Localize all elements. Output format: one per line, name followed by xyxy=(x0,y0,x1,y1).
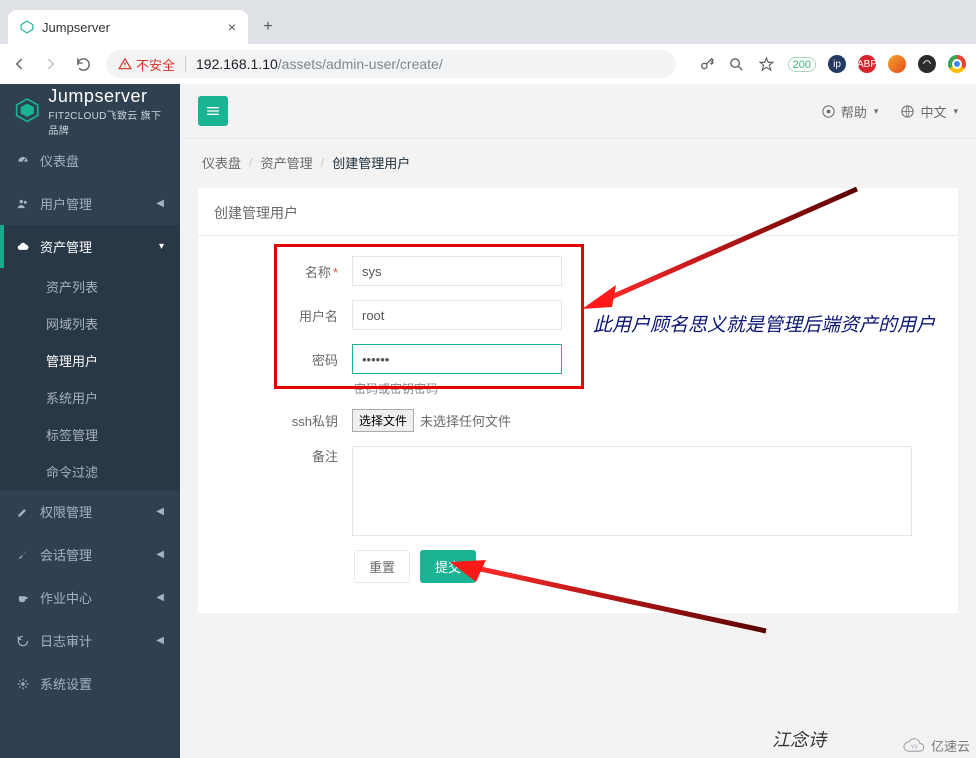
sidebar-label: 仪表盘 xyxy=(40,151,79,170)
row-username: 用户名 xyxy=(222,300,934,330)
nav-forward-icon xyxy=(42,55,60,73)
chevron-left-icon: ◀ xyxy=(156,549,164,560)
row-remark: 备注 xyxy=(222,446,934,536)
file-none-text: 未选择任何文件 xyxy=(420,411,511,430)
chevron-left-icon: ◀ xyxy=(156,635,164,646)
coffee-icon xyxy=(16,591,30,605)
nav-reload-icon[interactable] xyxy=(74,55,92,73)
sidebar-label: 作业中心 xyxy=(40,588,92,607)
tab-title: Jumpserver xyxy=(42,20,110,35)
sidebar-nav: 仪表盘 用户管理 ◀ 资产管理 ▾ xyxy=(0,139,180,268)
password-help: 密码或密钥密码 xyxy=(354,380,934,397)
breadcrumb: 仪表盘 / 资产管理 / 创建管理用户 xyxy=(180,139,976,182)
subitem-label-mgmt[interactable]: 标签管理 xyxy=(0,416,180,453)
remark-textarea[interactable] xyxy=(352,446,912,536)
bookmark-star-icon[interactable] xyxy=(758,55,776,73)
edit-icon xyxy=(16,505,30,519)
row-password: 密码 xyxy=(222,344,934,374)
search-lens-icon[interactable] xyxy=(728,55,746,73)
sidebar-item-settings[interactable]: 系统设置 xyxy=(0,662,180,705)
help-link[interactable]: 帮助▾ xyxy=(821,102,879,121)
chevron-left-icon: ◀ xyxy=(156,506,164,517)
nav-back-icon[interactable] xyxy=(10,55,28,73)
username-label: 用户名 xyxy=(222,306,352,325)
sidebar-subnav-assets: 资产列表 网域列表 管理用户 系统用户 标签管理 命令过滤 xyxy=(0,268,180,490)
status-200-badge: 200 xyxy=(788,57,816,72)
button-row: 重置 提交 xyxy=(354,550,934,583)
tab-strip: Jumpserver × + xyxy=(0,0,976,44)
tab-close-icon[interactable]: × xyxy=(228,19,236,35)
users-icon xyxy=(16,197,30,211)
name-label: 名称* xyxy=(222,262,352,281)
row-sshkey: ssh私钥 选择文件 未选择任何文件 xyxy=(222,409,934,432)
sidebar-label: 会话管理 xyxy=(40,545,92,564)
topbar: 帮助▾ 中文▾ xyxy=(180,84,976,139)
breadcrumb-item[interactable]: 仪表盘 xyxy=(202,153,241,172)
sidebar-label: 用户管理 xyxy=(40,194,92,213)
sidebar-item-ops[interactable]: 作业中心 ◀ xyxy=(0,576,180,619)
row-name: 名称* xyxy=(222,256,934,286)
ext-ip-icon[interactable]: ip xyxy=(828,55,846,73)
ext-abp-icon[interactable]: ABP xyxy=(858,55,876,73)
breadcrumb-item: 创建管理用户 xyxy=(332,153,410,172)
chevron-left-icon: ◀ xyxy=(156,198,164,209)
submit-button[interactable]: 提交 xyxy=(420,550,476,583)
insecure-label: 不安全 xyxy=(136,55,175,74)
url-text: 192.168.1.10/assets/admin-user/create/ xyxy=(196,56,443,72)
cloud-icon xyxy=(16,240,30,254)
ext-orange-icon[interactable] xyxy=(888,55,906,73)
subitem-admin-user[interactable]: 管理用户 xyxy=(0,342,180,379)
insecure-badge: 不安全 xyxy=(118,55,175,74)
lang-link[interactable]: 中文▾ xyxy=(900,102,958,121)
history-icon xyxy=(16,634,30,648)
brand-block: Jumpserver FIT2CLOUD飞致云 旗下品牌 xyxy=(0,84,180,139)
remark-label: 备注 xyxy=(222,446,352,465)
key-icon[interactable] xyxy=(698,55,716,73)
url-field[interactable]: 不安全 192.168.1.10/assets/admin-user/creat… xyxy=(106,50,676,78)
breadcrumb-item[interactable]: 资产管理 xyxy=(261,153,313,172)
subitem-system-user[interactable]: 系统用户 xyxy=(0,379,180,416)
sidebar-label: 系统设置 xyxy=(40,674,92,693)
sidebar-item-logs[interactable]: 日志审计 ◀ xyxy=(0,619,180,662)
new-tab-button[interactable]: + xyxy=(254,13,282,41)
dashboard-icon xyxy=(16,154,30,168)
sidebar: Jumpserver FIT2CLOUD飞致云 旗下品牌 仪表盘 用户管理 ◀ … xyxy=(0,84,180,758)
chevron-down-icon: ▾ xyxy=(159,241,164,252)
sshkey-label: ssh私钥 xyxy=(222,411,352,430)
sidebar-toggle-button[interactable] xyxy=(198,96,228,126)
form-panel: 创建管理用户 名称* 用户名 密码 密码或密钥密码 ssh私 xyxy=(198,188,958,613)
brand-logo-icon xyxy=(14,97,40,127)
tab-favicon-icon xyxy=(20,20,34,34)
username-input[interactable] xyxy=(352,300,562,330)
subitem-cmd-filter[interactable]: 命令过滤 xyxy=(0,453,180,490)
sidebar-label: 资产管理 xyxy=(40,237,92,256)
address-bar: 不安全 192.168.1.10/assets/admin-user/creat… xyxy=(0,44,976,84)
panel-title: 创建管理用户 xyxy=(198,191,958,236)
rocket-icon xyxy=(16,548,30,562)
file-select-button[interactable]: 选择文件 xyxy=(352,409,414,432)
password-input[interactable] xyxy=(352,344,562,374)
sidebar-item-sessions[interactable]: 会话管理 ◀ xyxy=(0,533,180,576)
name-input[interactable] xyxy=(352,256,562,286)
brand-sub: FIT2CLOUD飞致云 旗下品牌 xyxy=(48,107,166,137)
browser-chrome: Jumpserver × + 不安全 192.168.1.10/assets/a… xyxy=(0,0,976,84)
ext-chrome-icon[interactable] xyxy=(948,55,966,73)
content-area: 帮助▾ 中文▾ 仪表盘 / 资产管理 / 创建管理用户 创建管理用户 名称* xyxy=(180,84,976,758)
reset-button[interactable]: 重置 xyxy=(354,550,410,583)
brand-name: Jumpserver xyxy=(48,87,166,105)
gears-icon xyxy=(16,677,30,691)
sidebar-label: 权限管理 xyxy=(40,502,92,521)
chevron-left-icon: ◀ xyxy=(156,592,164,603)
ext-dark-icon[interactable] xyxy=(918,55,936,73)
sidebar-item-dashboard[interactable]: 仪表盘 xyxy=(0,139,180,182)
sidebar-item-users[interactable]: 用户管理 ◀ xyxy=(0,182,180,225)
address-bar-right: 200 ip ABP xyxy=(698,55,966,73)
password-label: 密码 xyxy=(222,350,352,369)
sidebar-item-perms[interactable]: 权限管理 ◀ xyxy=(0,490,180,533)
browser-tab[interactable]: Jumpserver × xyxy=(8,10,248,44)
subitem-domain-list[interactable]: 网域列表 xyxy=(0,305,180,342)
sidebar-item-assets[interactable]: 资产管理 ▾ xyxy=(0,225,180,268)
subitem-asset-list[interactable]: 资产列表 xyxy=(0,268,180,305)
sidebar-label: 日志审计 xyxy=(40,631,92,650)
